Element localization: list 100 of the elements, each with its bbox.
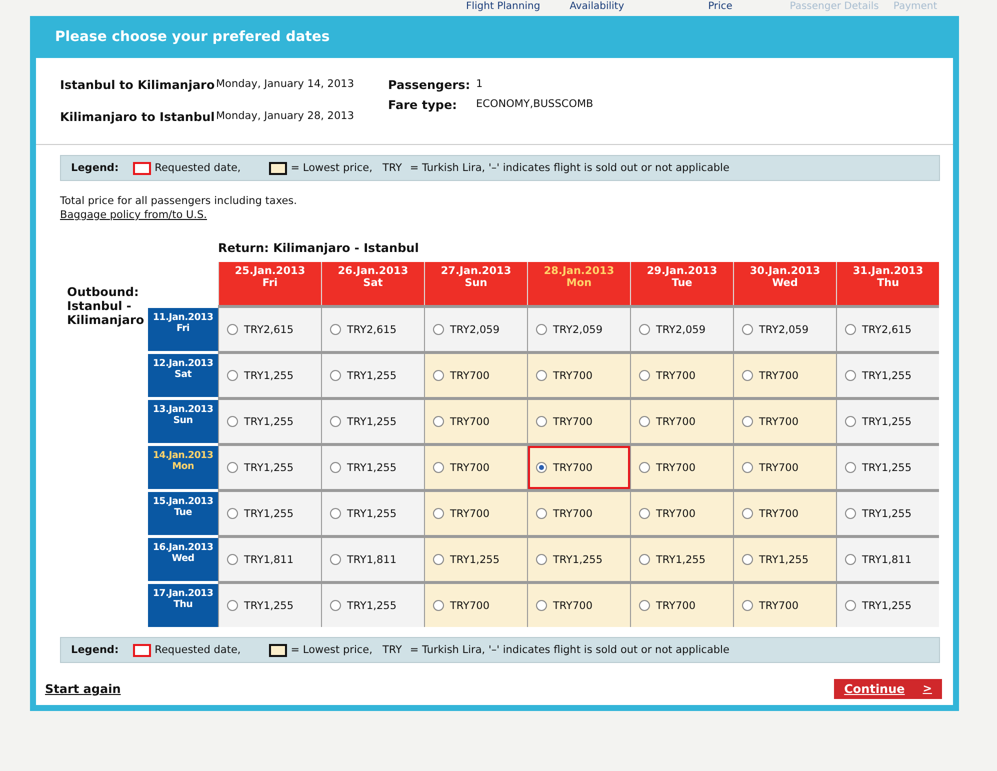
fare-cell[interactable]: TRY2,059 — [733, 305, 836, 351]
fare-cell[interactable]: TRY1,255 — [733, 535, 836, 581]
fare-cell[interactable]: TRY1,255 — [836, 581, 939, 627]
radio-button[interactable] — [227, 508, 238, 519]
radio-button[interactable] — [742, 462, 753, 473]
radio-button[interactable] — [227, 416, 238, 427]
fare-cell[interactable]: TRY700 — [527, 489, 630, 535]
fare-cell[interactable]: TRY2,059 — [424, 305, 527, 351]
radio-button[interactable] — [536, 370, 547, 381]
radio-button[interactable] — [845, 324, 856, 335]
fare-cell[interactable]: TRY700 — [733, 581, 836, 627]
radio-button[interactable] — [227, 554, 238, 565]
fare-cell[interactable]: TRY1,255 — [836, 351, 939, 397]
radio-button[interactable] — [227, 370, 238, 381]
fare-cell[interactable]: TRY1,255 — [836, 397, 939, 443]
radio-button[interactable] — [742, 508, 753, 519]
start-again-link[interactable]: Start again — [45, 682, 121, 696]
fare-cell[interactable]: TRY2,615 — [321, 305, 424, 351]
radio-button[interactable] — [433, 554, 444, 565]
radio-button[interactable] — [639, 508, 650, 519]
radio-button[interactable] — [330, 600, 341, 611]
radio-button[interactable] — [845, 462, 856, 473]
fare-cell[interactable]: TRY1,255 — [630, 535, 733, 581]
fare-cell[interactable]: TRY700 — [424, 581, 527, 627]
radio-button[interactable] — [845, 508, 856, 519]
fare-cell[interactable]: TRY1,255 — [527, 535, 630, 581]
radio-button[interactable] — [433, 508, 444, 519]
fare-cell[interactable]: TRY1,255 — [836, 443, 939, 489]
fare-cell[interactable]: TRY1,255 — [424, 535, 527, 581]
radio-button[interactable] — [330, 370, 341, 381]
radio-button[interactable] — [536, 324, 547, 335]
fare-cell[interactable]: TRY700 — [630, 351, 733, 397]
fare-cell[interactable]: TRY1,255 — [321, 489, 424, 535]
fare-cell[interactable]: TRY700 — [630, 581, 733, 627]
fare-cell[interactable]: TRY1,255 — [836, 489, 939, 535]
radio-button[interactable] — [330, 324, 341, 335]
fare-cell[interactable]: TRY700 — [527, 351, 630, 397]
radio-button[interactable] — [639, 600, 650, 611]
fare-cell[interactable]: TRY700 — [630, 397, 733, 443]
radio-button[interactable] — [227, 324, 238, 335]
fare-cell[interactable]: TRY1,811 — [321, 535, 424, 581]
radio-button[interactable] — [742, 416, 753, 427]
radio-button[interactable] — [330, 554, 341, 565]
radio-button[interactable] — [536, 416, 547, 427]
radio-button[interactable] — [536, 600, 547, 611]
fare-cell[interactable]: TRY700 — [424, 489, 527, 535]
fare-cell[interactable]: TRY1,811 — [836, 535, 939, 581]
radio-button[interactable] — [433, 324, 444, 335]
fare-cell[interactable]: TRY2,615 — [218, 305, 321, 351]
continue-button[interactable]: Continue > — [834, 679, 942, 699]
radio-button[interactable] — [742, 324, 753, 335]
fare-cell[interactable]: TRY2,615 — [836, 305, 939, 351]
radio-button[interactable] — [639, 554, 650, 565]
fare-cell[interactable]: TRY1,255 — [321, 351, 424, 397]
radio-button[interactable] — [227, 600, 238, 611]
radio-button[interactable] — [433, 416, 444, 427]
radio-button[interactable] — [845, 600, 856, 611]
fare-cell[interactable]: TRY700 — [733, 397, 836, 443]
fare-cell[interactable]: TRY700 — [424, 443, 527, 489]
radio-button[interactable] — [639, 462, 650, 473]
fare-cell[interactable]: TRY1,255 — [218, 351, 321, 397]
radio-button[interactable] — [433, 370, 444, 381]
fare-cell[interactable]: TRY1,255 — [218, 581, 321, 627]
fare-cell[interactable]: TRY700 — [527, 581, 630, 627]
radio-button[interactable] — [330, 462, 341, 473]
fare-cell[interactable]: TRY1,255 — [321, 581, 424, 627]
fare-cell[interactable]: TRY1,811 — [218, 535, 321, 581]
radio-button[interactable] — [742, 554, 753, 565]
radio-button[interactable] — [639, 324, 650, 335]
fare-cell[interactable]: TRY2,059 — [527, 305, 630, 351]
radio-button[interactable] — [845, 554, 856, 565]
radio-button[interactable] — [330, 508, 341, 519]
fare-cell[interactable]: TRY700 — [424, 397, 527, 443]
radio-button[interactable] — [845, 416, 856, 427]
radio-button[interactable] — [742, 600, 753, 611]
fare-cell[interactable]: TRY700 — [527, 397, 630, 443]
fare-cell[interactable]: TRY700 — [630, 443, 733, 489]
radio-button[interactable] — [433, 462, 444, 473]
fare-cell[interactable]: TRY2,059 — [630, 305, 733, 351]
radio-button[interactable] — [536, 554, 547, 565]
radio-button[interactable] — [845, 370, 856, 381]
radio-button[interactable] — [433, 600, 444, 611]
radio-button[interactable] — [536, 462, 547, 473]
radio-button[interactable] — [742, 370, 753, 381]
fare-cell[interactable]: TRY1,255 — [321, 397, 424, 443]
fare-cell[interactable]: TRY1,255 — [321, 443, 424, 489]
fare-cell[interactable]: TRY700 — [424, 351, 527, 397]
fare-cell[interactable]: TRY700 — [527, 443, 630, 489]
radio-button[interactable] — [639, 370, 650, 381]
fare-cell[interactable]: TRY700 — [630, 489, 733, 535]
fare-cell[interactable]: TRY1,255 — [218, 443, 321, 489]
radio-button[interactable] — [536, 508, 547, 519]
fare-cell[interactable]: TRY700 — [733, 489, 836, 535]
baggage-link[interactable]: Baggage policy from/to U.S. — [60, 209, 207, 221]
fare-cell[interactable]: TRY1,255 — [218, 397, 321, 443]
fare-cell[interactable]: TRY1,255 — [218, 489, 321, 535]
fare-cell[interactable]: TRY700 — [733, 443, 836, 489]
radio-button[interactable] — [227, 462, 238, 473]
radio-button[interactable] — [330, 416, 341, 427]
fare-cell[interactable]: TRY700 — [733, 351, 836, 397]
